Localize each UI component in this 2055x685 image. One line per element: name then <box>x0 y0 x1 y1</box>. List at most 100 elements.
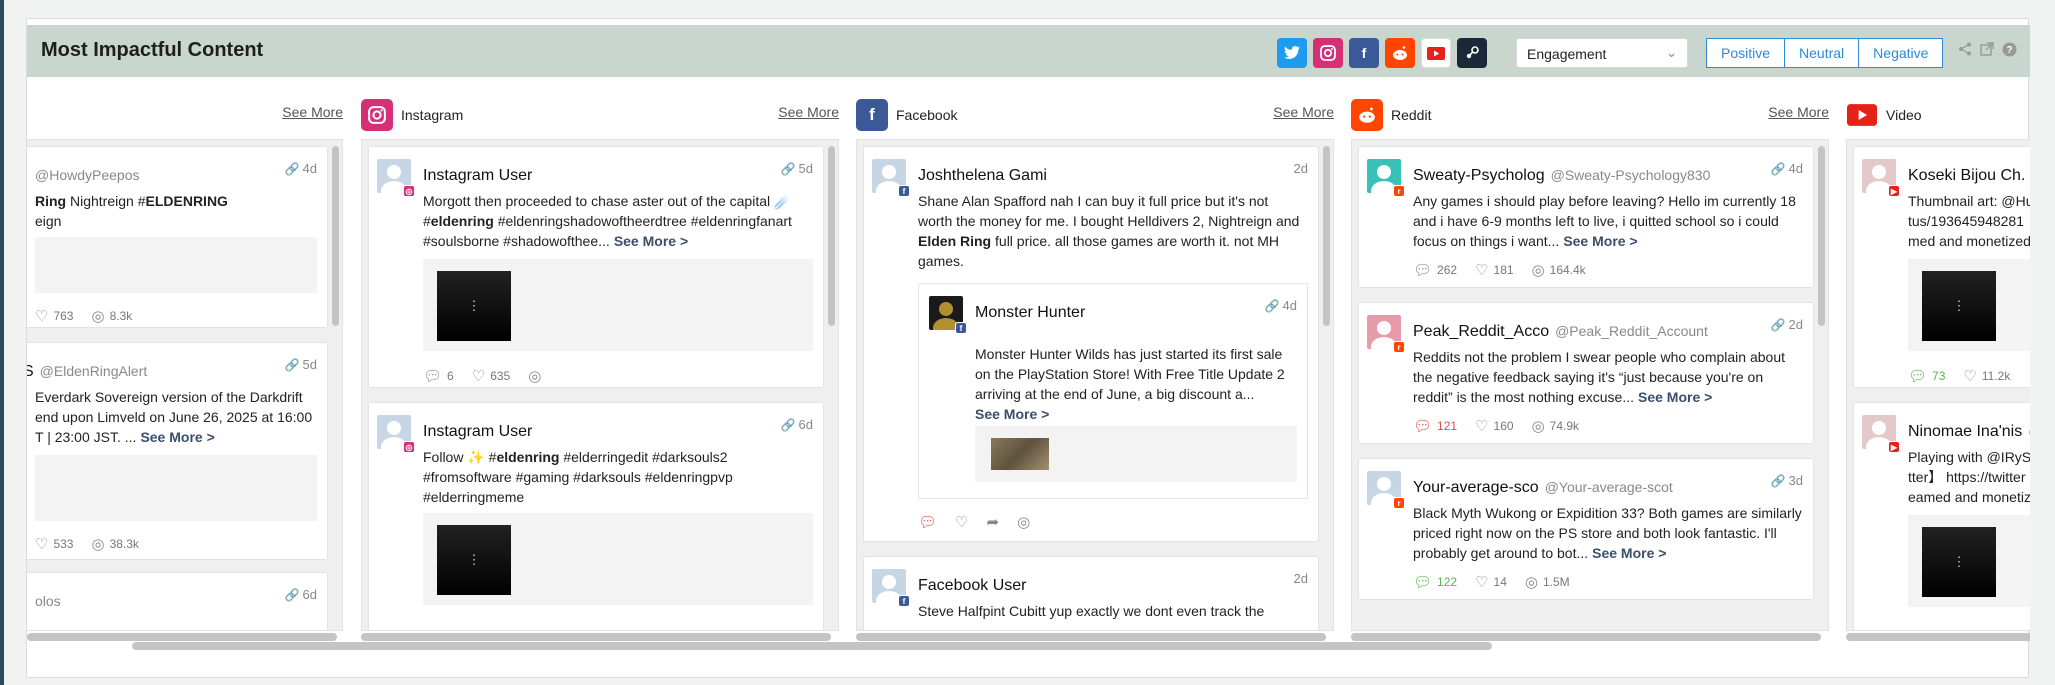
see-more-link[interactable]: See More > <box>1592 545 1666 561</box>
facebook-icon[interactable]: f <box>1349 38 1379 68</box>
quoted-time: 🔗 4d <box>1264 298 1297 313</box>
video-icon[interactable] <box>1421 38 1451 68</box>
video-thumbnail[interactable]: ⋮ <box>1922 527 1996 597</box>
see-more-link[interactable]: See More <box>282 104 343 120</box>
post-card[interactable]: f Facebook User 2d Steve Halfpint Cubitt… <box>863 556 1319 630</box>
like-action[interactable]: ♡ <box>955 513 968 531</box>
column-feed[interactable]: ◎ Instagram User 🔗 5d Morgott then procee… <box>361 139 839 631</box>
instagram-icon[interactable] <box>1313 38 1343 68</box>
link-icon: 🔗 <box>1770 318 1786 332</box>
post-card[interactable]: @HowdyPeepos 🔗 4d Ring Nightreign #ELDENR… <box>27 146 328 328</box>
see-more-link[interactable]: See More > <box>614 233 688 249</box>
metric-select[interactable]: Engagement ⌄ <box>1516 38 1688 68</box>
comments-metric: 💬︎ 262 <box>1413 262 1458 279</box>
content-columns: See More @HowdyPeepos 🔗 4d Ring Nightreig… <box>27 77 2030 647</box>
vertical-scrollbar[interactable] <box>1323 146 1330 326</box>
column-header: See More <box>27 99 351 131</box>
post-metrics: ♡ 763 ◎ 8.3k <box>35 307 132 325</box>
vertical-scrollbar[interactable] <box>828 146 835 326</box>
heart-icon: ♡ <box>1475 418 1489 435</box>
steam-icon[interactable] <box>1457 38 1487 68</box>
column-title: Facebook <box>896 107 958 123</box>
quoted-post[interactable]: f Monster Hunter 🔗 4d Monster Hunter Wild… <box>918 283 1308 499</box>
twitter-icon[interactable] <box>1277 38 1307 68</box>
vertical-scrollbar[interactable] <box>1818 146 1825 326</box>
horizontal-scrollbar[interactable] <box>1846 633 2030 641</box>
post-author: Your-average-sco @Your-average-scot <box>1413 479 1673 496</box>
sentiment-neutral-button[interactable]: Neutral <box>1785 38 1860 68</box>
post-text: Everdark Sovereign version of the Darkdr… <box>35 389 313 445</box>
post-card[interactable]: ▶ Koseki Bijou Ch. Thumbnail art: @Hu tus… <box>1853 146 2030 388</box>
svg-text:?: ? <box>2006 45 2012 56</box>
reach-metric: ◎ 1.5M <box>1524 574 1570 591</box>
column-feed[interactable]: f Joshthelena Gami 2d Shane Alan Spaffor… <box>856 139 1334 631</box>
column-title: Instagram <box>401 107 464 123</box>
column-header: Video <box>1846 99 2030 131</box>
sentiment-positive-button[interactable]: Positive <box>1706 38 1786 68</box>
reddit-icon[interactable] <box>1385 38 1415 68</box>
post-metrics: 💬︎ 262 ♡ 181 ◎ 164.4k <box>1413 261 1586 279</box>
share-icon[interactable] <box>1958 42 1972 60</box>
post-card[interactable]: olos 🔗 6d <box>27 572 328 630</box>
link-icon: 🔗 <box>284 358 300 372</box>
see-more-link[interactable]: See More <box>1273 104 1334 120</box>
horizontal-scrollbar[interactable] <box>361 633 831 641</box>
facebook-badge-icon: f <box>898 185 910 197</box>
horizontal-scrollbar[interactable] <box>856 633 1326 641</box>
sentiment-negative-button[interactable]: Negative <box>1859 38 1944 68</box>
see-more-link[interactable]: See More > <box>1563 233 1637 249</box>
post-card[interactable]: r Sweaty-Psycholog @Sweaty-Psychology830 … <box>1358 146 1814 288</box>
post-media <box>35 455 317 521</box>
column-feed[interactable]: ▶ Koseki Bijou Ch. Thumbnail art: @Hu tus… <box>1846 139 2030 631</box>
video-thumbnail[interactable]: ⋮ <box>437 271 511 341</box>
likes-metric: ♡ 533 <box>35 536 74 553</box>
comment-icon: 💬︎ <box>1908 368 1928 385</box>
comments-metric: 💬︎ 122 <box>1413 574 1458 591</box>
vertical-scrollbar[interactable] <box>332 146 339 326</box>
see-more-link[interactable]: See More > <box>140 429 214 445</box>
instagram-icon <box>361 99 393 131</box>
post-text: Follow ✨ #eldenring #elderringedit #dark… <box>423 449 733 505</box>
horizontal-scrollbar[interactable] <box>27 633 337 641</box>
post-metrics: 💬︎ 73 ♡ 11.2k <box>1908 367 2010 385</box>
facebook-icon: f <box>856 99 888 131</box>
help-icon[interactable]: ? <box>2002 42 2017 61</box>
target-icon: ◎ <box>91 308 105 325</box>
column-feed[interactable]: @HowdyPeepos 🔗 4d Ring Nightreign #ELDENR… <box>27 139 343 631</box>
post-card[interactable]: S@EldenRingAlert 🔗5d Everdark Sovereign … <box>27 342 328 560</box>
post-author: Instagram User <box>423 423 533 440</box>
main-horizontal-scrollbar[interactable] <box>132 642 1492 650</box>
see-more-link[interactable]: See More > <box>975 406 1049 422</box>
target-icon: ◎ <box>1524 574 1538 591</box>
post-time: 2d <box>1293 161 1308 176</box>
post-card[interactable]: f Joshthelena Gami 2d Shane Alan Spaffor… <box>863 146 1319 542</box>
column-header: f Facebook See More <box>856 99 1342 131</box>
video-thumbnail[interactable]: ⋮ <box>1922 271 1996 341</box>
post-card[interactable]: r Your-average-sco @Your-average-scot 🔗 3d… <box>1358 458 1814 600</box>
reddit-icon <box>1351 99 1383 131</box>
likes-metric: ♡ 14 <box>1475 574 1507 591</box>
post-card[interactable]: ▶ Ninomae Ina'nis@ Playing with @IRyStte… <box>1853 402 2030 630</box>
share-action[interactable]: ➦ <box>987 513 1000 531</box>
post-author: Peak_Reddit_Acco @Peak_Reddit_Account <box>1413 323 1708 340</box>
post-card[interactable]: ◎ Instagram User 🔗 5d Morgott then procee… <box>368 146 824 388</box>
quoted-image-thumbnail[interactable] <box>991 438 1049 470</box>
likes-metric: ♡ 11.2k <box>1963 368 2011 385</box>
see-more-link[interactable]: See More <box>778 104 839 120</box>
external-link-icon[interactable] <box>1980 42 1994 60</box>
column-feed[interactable]: r Sweaty-Psycholog @Sweaty-Psychology830 … <box>1351 139 1829 631</box>
see-more-link[interactable]: See More > <box>1638 389 1712 405</box>
reach-metric: ◎ <box>1017 513 1030 531</box>
post-time: 🔗 6d <box>284 587 317 602</box>
facebook-badge-icon: f <box>898 595 910 607</box>
post-card[interactable]: ◎ Instagram User 🔗 6d Follow ✨ #eldenring… <box>368 402 824 630</box>
post-text: Black Myth Wukong or Expidition 33? Both… <box>1413 505 1802 561</box>
comment-action[interactable]: 💬︎ <box>918 513 937 531</box>
video-badge-icon: ▶ <box>1888 441 1900 453</box>
heart-icon: ♡ <box>1963 368 1977 385</box>
see-more-link[interactable]: See More <box>1768 104 1829 120</box>
video-thumbnail[interactable]: ⋮ <box>437 525 511 595</box>
post-card[interactable]: r Peak_Reddit_Acco @Peak_Reddit_Account 🔗… <box>1358 302 1814 444</box>
horizontal-scrollbar[interactable] <box>1351 633 1821 641</box>
comment-icon: 💬︎ <box>1413 262 1433 279</box>
